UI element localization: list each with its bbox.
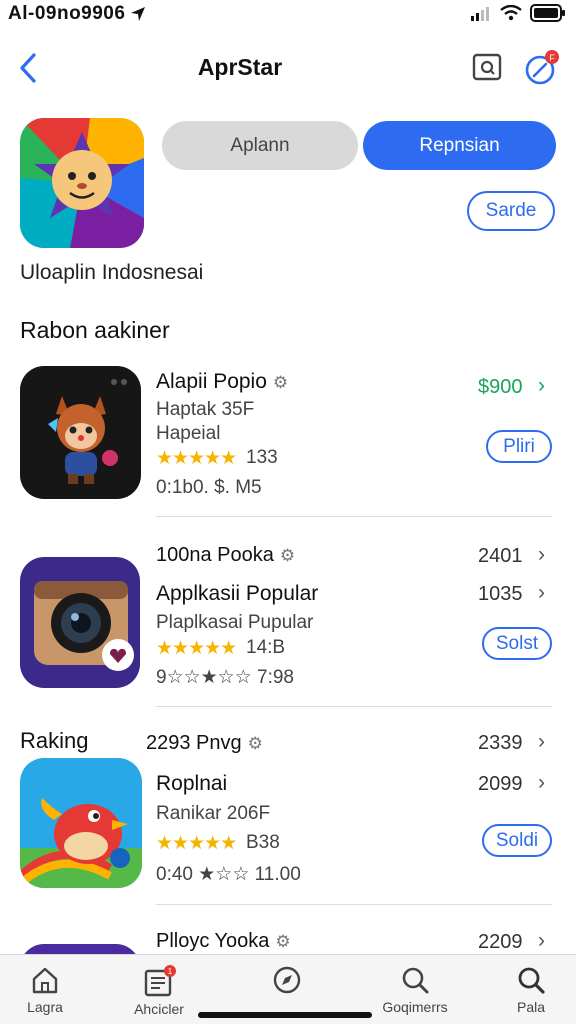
tab-search[interactable]: Pala (486, 965, 576, 1015)
list-header-3-text: 2293 Pnvg (146, 732, 242, 754)
get-button-1[interactable]: Pliri (486, 430, 552, 463)
tab-articles[interactable]: 1 Ahcicler (114, 965, 204, 1017)
star-rating-2: ★★★★★ (156, 638, 237, 659)
app-meta-3: 0:40 ★☆☆ 11.00 (156, 864, 301, 885)
list-header-4: Plloyc Yooka ⚙ (156, 930, 291, 953)
app-subtitle-1b: Hapeial (156, 423, 221, 444)
featured-app-icon[interactable] (20, 118, 144, 248)
chevron-right-icon[interactable]: › (538, 374, 545, 398)
tab-badge: 1 (168, 967, 173, 976)
rating-count-3: B38 (246, 832, 280, 853)
get-button-3[interactable]: Soldi (482, 824, 552, 857)
chevron-right-icon[interactable]: › (538, 581, 545, 605)
star-rating-3: ★★★★★ (156, 833, 237, 854)
header-value-2: 2401 (478, 545, 523, 567)
title-value-3: 2099 (478, 773, 523, 795)
app-title-1-text: Alapii Popio (156, 370, 267, 393)
chevron-right-icon[interactable]: › (538, 929, 545, 953)
app-icon-2[interactable] (20, 557, 140, 688)
message-icon (472, 53, 502, 81)
divider (156, 904, 552, 905)
price-1: $900 (478, 376, 523, 398)
divider (156, 706, 552, 707)
ranking-label: Raking (20, 728, 89, 753)
divider (156, 516, 552, 517)
app-meta-2: 9☆☆★☆☆ 7:98 (156, 667, 294, 688)
message-button[interactable] (470, 52, 504, 84)
signal-icon (471, 7, 489, 21)
segment-reports[interactable]: Repnsian (363, 121, 556, 170)
notification-badge: F (549, 53, 555, 63)
home-indicator (198, 1012, 372, 1018)
camera-icon (20, 557, 140, 688)
app-subtitle-2: Plaplkasai Pupular (156, 612, 314, 633)
battery-icon (530, 4, 565, 22)
home-icon (32, 967, 58, 994)
bird-character-icon (20, 758, 142, 888)
title-value-2: 1035 (478, 583, 523, 605)
wifi-icon (500, 5, 522, 21)
rating-count-2: 14:B (246, 637, 286, 658)
search-chip-button[interactable]: Sarde (467, 191, 555, 231)
search-icon (518, 967, 545, 994)
region-label: Uloaplin Indosnesai (20, 261, 204, 284)
tab-articles-label: Ahcicler (134, 1001, 184, 1017)
list-header-4-text: Plloyc Yooka (156, 930, 270, 952)
chevron-right-icon[interactable]: › (538, 543, 545, 567)
section-title: Rabon aakiner (20, 317, 170, 343)
fox-character-icon (20, 366, 141, 499)
status-bar: Al-09no9906 (0, 0, 576, 30)
search-icon (402, 967, 429, 994)
page-title: AprStar (197, 54, 283, 80)
app-meta-1: 0:1b0. $. M5 (156, 477, 262, 498)
app-subtitle-3: Ranikar 206F (156, 803, 271, 824)
tab-games[interactable]: Goqimerrs (370, 965, 460, 1015)
status-time: Al-09no9906 (8, 3, 126, 24)
compass-button[interactable]: F (524, 50, 560, 86)
compass-icon: F (525, 50, 559, 85)
app-icon-3[interactable] (20, 758, 142, 888)
gear-icon: ⚙ (247, 734, 263, 753)
list-header-2-text: 100na Pooka (156, 544, 274, 566)
gear-icon: ⚙ (275, 932, 291, 951)
tab-explore[interactable] (242, 965, 332, 999)
app-icon-1[interactable] (20, 366, 141, 499)
segment-apps[interactable]: Aplann (162, 121, 358, 170)
header-value-3: 2339 (478, 732, 523, 754)
gear-icon: ⚙ (279, 546, 296, 565)
app-subtitle-1: Haptak 35F (156, 399, 255, 420)
app-title-1: Alapii Popio ⚙ (156, 370, 288, 394)
tab-home[interactable]: Lagra (0, 965, 90, 1015)
nav-bar: AprStar F (0, 40, 576, 96)
location-arrow-icon (131, 7, 145, 21)
app-title-3: Roplnai (156, 772, 228, 795)
news-icon: 1 (144, 965, 176, 997)
status-icons (470, 4, 566, 22)
list-header-2: 100na Pooka ⚙ (156, 544, 295, 567)
get-button-2[interactable]: Solst (482, 627, 552, 660)
tab-search-label: Pala (516, 999, 546, 1015)
rainbow-star-icon (20, 118, 144, 248)
tab-home-label: Lagra (27, 999, 63, 1015)
star-rating-1: ★★★★★ (156, 448, 237, 469)
list-header-3: 2293 Pnvg ⚙ (146, 732, 263, 755)
chevron-right-icon[interactable]: › (538, 771, 545, 795)
gear-icon: ⚙ (272, 373, 289, 392)
compass-icon (273, 966, 301, 994)
chevron-right-icon[interactable]: › (538, 730, 545, 754)
header-value-4: 2209 (478, 931, 523, 953)
app-title-2: Applkasii Popular (156, 582, 319, 605)
tab-games-label: Goqimerrs (382, 999, 448, 1015)
rating-count-1: 133 (246, 447, 278, 468)
